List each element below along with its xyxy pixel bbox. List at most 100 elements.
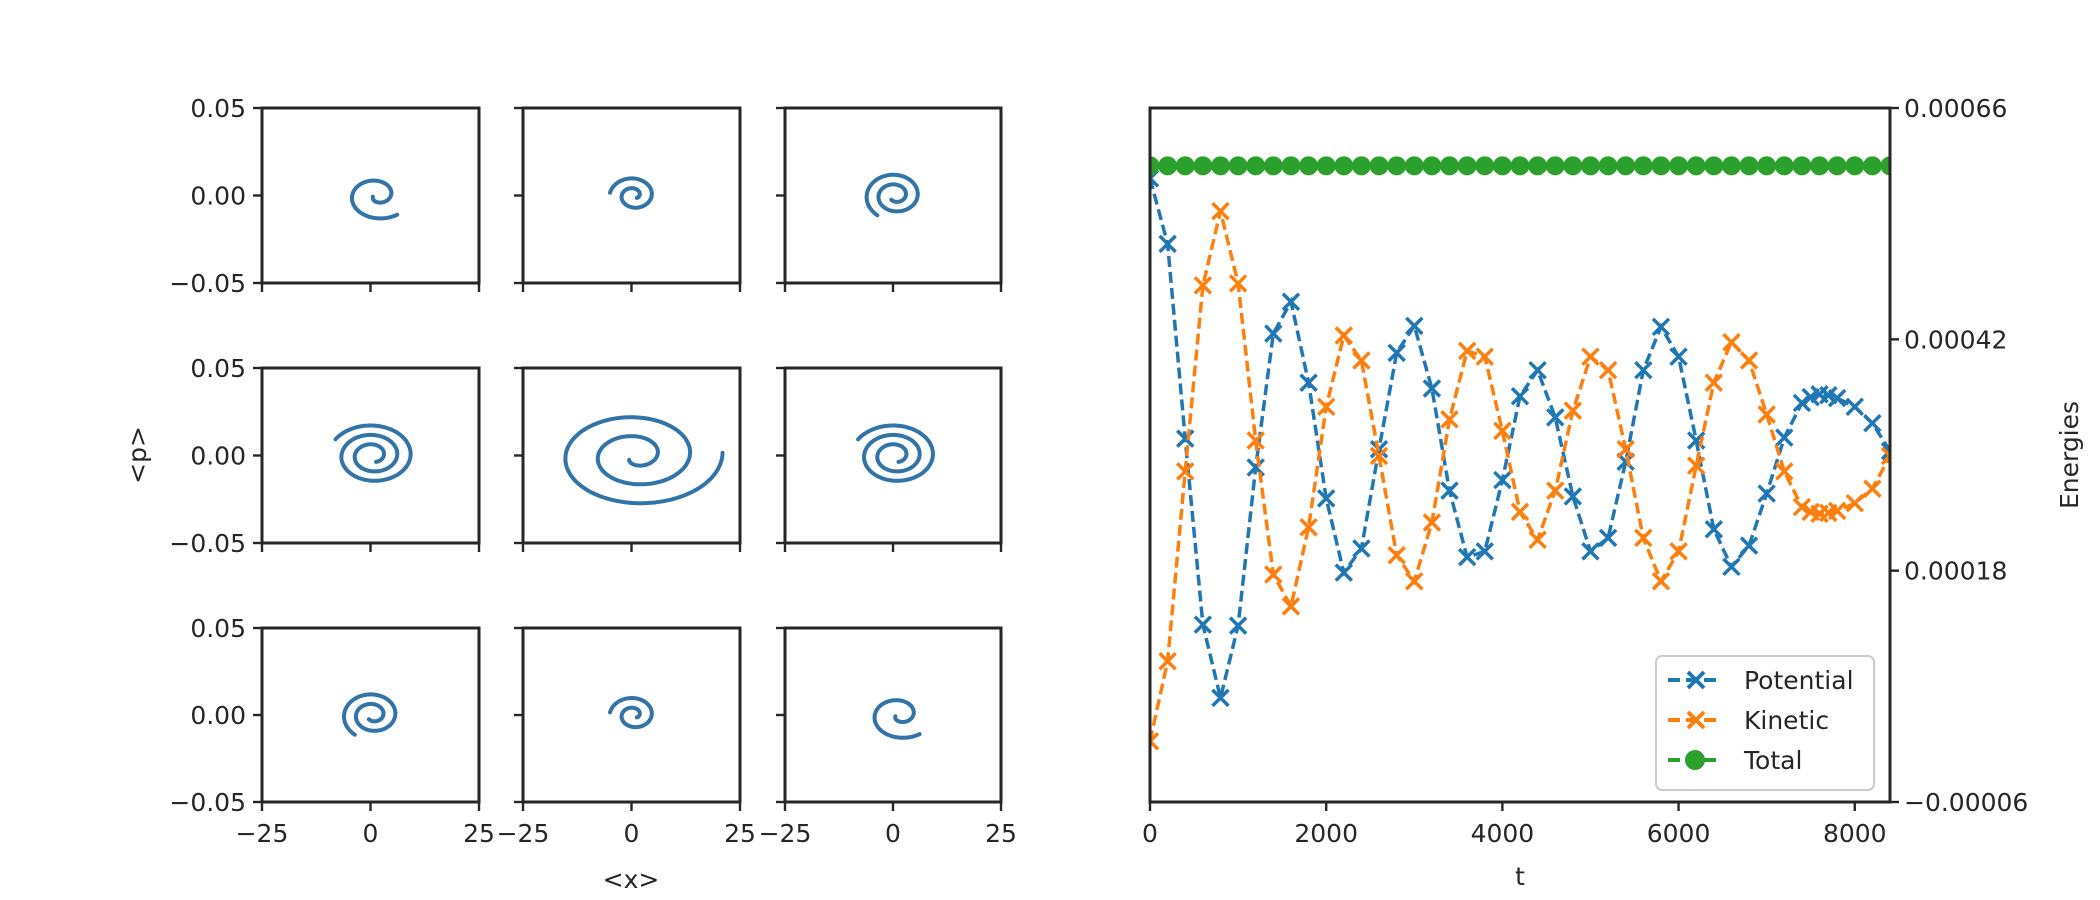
x-tick-label: −25 (497, 819, 550, 848)
data-point-total (1492, 156, 1512, 176)
y-tick-label: 0.00 (190, 701, 246, 730)
x-tick-label: 0 (624, 819, 640, 848)
data-point-kinetic (1634, 528, 1653, 548)
data-point-total (1633, 156, 1653, 176)
data-point-kinetic (1863, 479, 1882, 498)
data-point-total (1158, 156, 1178, 176)
data-point-kinetic (1457, 341, 1477, 361)
phase-panel-r0c1 (514, 106, 742, 292)
data-point-total (1774, 156, 1794, 176)
x-tick-label: 6000 (1647, 819, 1711, 848)
data-point-total (1210, 156, 1230, 176)
data-point-potential (1845, 397, 1864, 417)
data-point-potential (1722, 557, 1741, 577)
data-point-kinetic (1598, 360, 1618, 380)
x-tick-label: −25 (236, 819, 289, 848)
data-point-potential (1528, 360, 1547, 380)
energy-xlabel: t (1515, 862, 1525, 891)
data-point-total (1545, 156, 1565, 176)
phase-trajectory (872, 698, 922, 740)
y-tick-label: 0.00042 (1904, 325, 2007, 354)
data-point-total (1862, 156, 1882, 176)
x-tick-label: 25 (985, 819, 1017, 848)
data-point-total (1792, 156, 1812, 176)
phase-xlabel: <x> (603, 865, 660, 894)
energy-chart: 0 2000 4000 6000 8000 0.00066 0.00042 0.00018 −… (1142, 94, 2084, 891)
data-point-total (1263, 156, 1283, 176)
y-tick-label: −0.00006 (1904, 788, 2028, 817)
circle-marker-icon (1685, 750, 1705, 770)
phase-panel-r1c1 (514, 366, 742, 552)
figure: 0.050.00−0.050.050.00−0.05−25 0 250.050.00… (123, 94, 2084, 894)
data-point-kinetic (1651, 572, 1671, 591)
data-point-total (1299, 156, 1319, 176)
phase-panel-r2c2: −25 0 25 (759, 626, 1017, 848)
data-point-potential (1775, 428, 1794, 447)
x-tick-label: 0 (1142, 819, 1158, 848)
data-point-total (1457, 156, 1477, 176)
series-total (1150, 156, 1890, 176)
data-point-kinetic (1581, 347, 1600, 366)
panel-frame (783, 106, 1003, 285)
data-point-total (1845, 156, 1865, 176)
x-tick-label: 4000 (1471, 819, 1535, 848)
data-point-total (1669, 156, 1689, 176)
x-tick-label: 2000 (1294, 819, 1358, 848)
data-point-total (1351, 156, 1371, 176)
data-point-total (1580, 156, 1600, 176)
phase-panel-r0c2 (776, 106, 1003, 292)
legend-label-potential: Potential (1744, 666, 1854, 695)
phase-space-grid: 0.050.00−0.050.050.00−0.05−25 0 250.050.00… (169, 94, 1017, 848)
y-tick-label: 0.00 (190, 442, 246, 471)
data-point-total (1246, 156, 1266, 176)
phase-trajectory (856, 423, 935, 483)
data-point-total (1757, 156, 1777, 176)
y-tick-label: 0.05 (190, 354, 246, 383)
data-point-kinetic (1704, 373, 1724, 392)
energy-yaxis-right: 0.00066 0.00042 0.00018 −0.00006 (1890, 94, 2028, 817)
data-point-total (1686, 156, 1706, 176)
data-point-kinetic (1845, 493, 1864, 513)
data-point-total (1598, 156, 1618, 176)
y-tick-label: 0.05 (190, 94, 246, 123)
data-point-potential (1739, 536, 1759, 555)
y-tick-label: 0.05 (190, 614, 246, 643)
data-point-total (1440, 156, 1460, 176)
data-point-total (1281, 156, 1301, 176)
x-tick-label: 0 (885, 819, 901, 848)
phase-trajectory (350, 178, 400, 221)
data-point-total (1528, 156, 1548, 176)
series-line-potential (1150, 177, 1890, 699)
data-point-total (1510, 156, 1530, 176)
data-point-total (1721, 156, 1741, 176)
y-tick-label: 0.00066 (1904, 94, 2007, 123)
energy-xaxis: 0 2000 4000 6000 8000 (1142, 802, 1887, 848)
data-point-total (1651, 156, 1671, 176)
data-point-total (1175, 156, 1195, 176)
phase-panel-r2c0: −25 0 25 0.05 0.00 −0.05 (169, 614, 495, 848)
data-point-potential (1792, 393, 1812, 413)
phase-trajectory (342, 692, 398, 737)
energy-ylabel: Energies (2055, 401, 2084, 509)
data-point-total (1563, 156, 1583, 176)
panel-frame (521, 626, 742, 804)
panel-frame (783, 626, 1003, 804)
data-point-total (1810, 156, 1830, 176)
data-point-kinetic (1722, 332, 1741, 352)
x-tick-label: 25 (463, 819, 495, 848)
legend: Potential Kinetic Total (1655, 655, 1875, 791)
data-point-total (1404, 156, 1424, 176)
y-tick-label: −0.05 (169, 529, 246, 558)
x-tick-label: 8000 (1823, 819, 1887, 848)
data-point-total (1228, 156, 1248, 176)
data-point-total (1422, 156, 1442, 176)
legend-label-kinetic: Kinetic (1744, 706, 1829, 735)
data-point-total (1475, 156, 1495, 176)
data-point-total (1616, 156, 1636, 176)
panel-frame (260, 366, 481, 545)
y-tick-label: 0.00 (190, 182, 246, 211)
phase-panel-r1c0: 0.05 0.00 −0.05 (169, 354, 481, 558)
data-point-total (1704, 156, 1724, 176)
x-tick-label: 25 (724, 819, 756, 848)
data-point-total (1387, 156, 1407, 176)
